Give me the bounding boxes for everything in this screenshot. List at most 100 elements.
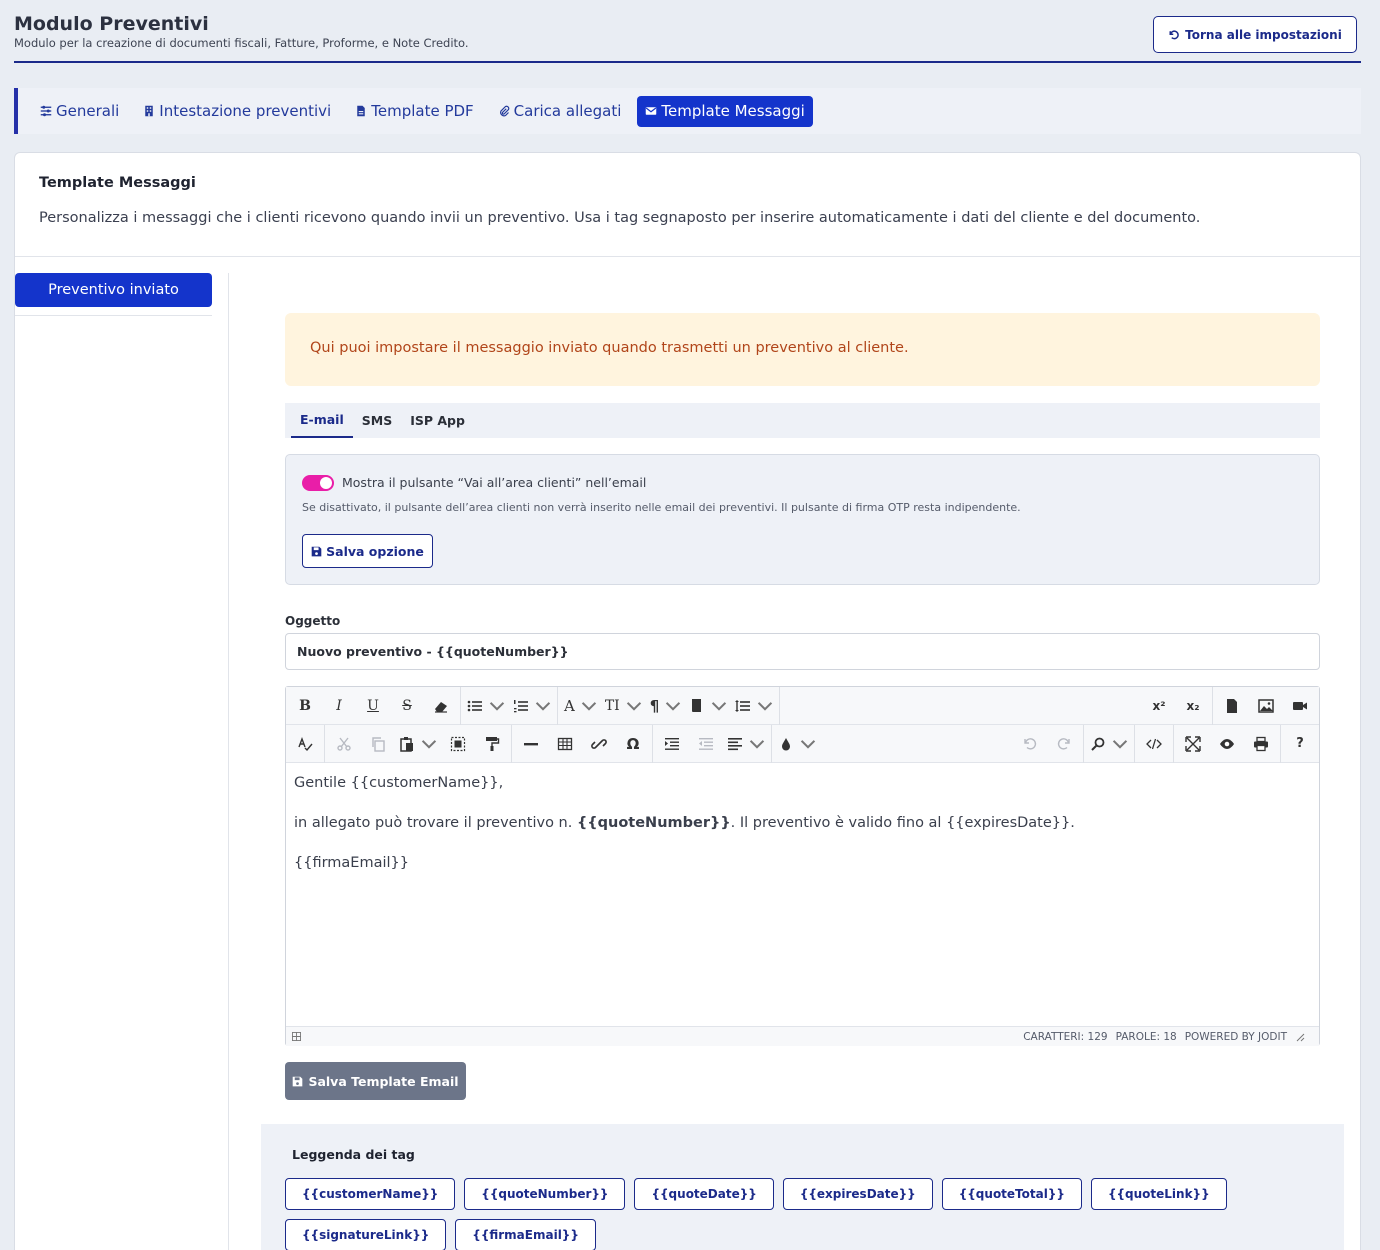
save-email-template-label: Salva Template Email — [308, 1073, 459, 1089]
toolbar-group-script: x² x₂ — [1139, 686, 1213, 725]
tag-customer-name[interactable]: {{customerName}} — [285, 1178, 456, 1210]
rich-text-editor: B I U S A TI ¶ x² x₂ Ω ? Gentile {{custo… — [285, 686, 1320, 1046]
special-characters-button[interactable]: Ω — [616, 729, 650, 759]
file-button[interactable] — [1215, 691, 1249, 721]
select-all-icon — [450, 736, 466, 751]
subject-label: Oggetto — [285, 614, 341, 628]
print-button[interactable] — [1244, 729, 1278, 759]
tag-firma-email[interactable]: {{firmaEmail}} — [455, 1219, 596, 1250]
indent-icon — [665, 737, 679, 750]
numbered-list-button[interactable] — [509, 691, 555, 721]
save-email-template-button[interactable]: Salva Template Email — [285, 1062, 466, 1100]
editor-toolbar-row-1: B I U S A TI ¶ x² x₂ — [286, 686, 1319, 725]
subscript-button[interactable]: x₂ — [1176, 691, 1210, 721]
chevron-down-icon — [626, 701, 641, 711]
help-button[interactable]: ? — [1283, 729, 1317, 759]
outdent-button[interactable] — [689, 729, 723, 759]
color-button[interactable] — [774, 729, 820, 759]
copy-format-button[interactable] — [475, 729, 509, 759]
sliders-icon — [40, 105, 52, 117]
superscript-button[interactable]: x² — [1142, 691, 1176, 721]
envelope-icon — [646, 107, 657, 115]
tab-carica-allegati[interactable]: Carica allegati — [490, 96, 630, 127]
horizontal-rule-button[interactable] — [514, 729, 548, 759]
tag-quote-date[interactable]: {{quoteDate}} — [634, 1178, 774, 1210]
video-button[interactable] — [1283, 691, 1317, 721]
tag-expires-date[interactable]: {{expiresDate}} — [782, 1178, 933, 1210]
chevron-down-icon — [666, 701, 681, 711]
toggle-label: Mostra il pulsante “Vai all’area clienti… — [342, 475, 647, 490]
vertical-separator — [228, 273, 229, 1250]
tab-intestazione-preventivi[interactable]: Intestazione preventivi — [135, 96, 339, 127]
paste-button[interactable] — [395, 729, 441, 759]
spellcheck-icon — [298, 736, 313, 751]
spellcheck-button[interactable] — [288, 729, 322, 759]
chevron-down-icon — [758, 701, 773, 711]
classes-button[interactable] — [685, 691, 731, 721]
link-button[interactable] — [582, 729, 616, 759]
eraser-button[interactable] — [424, 691, 458, 721]
image-button[interactable] — [1249, 691, 1283, 721]
toolbar-group-lists — [461, 686, 558, 725]
clipboard-icon — [400, 736, 413, 752]
italic-button[interactable]: I — [322, 691, 356, 721]
code-icon — [1146, 738, 1162, 749]
cut-button[interactable] — [327, 729, 361, 759]
align-button[interactable] — [723, 729, 769, 759]
client-area-toggle[interactable] — [302, 475, 334, 491]
source-code-button[interactable] — [1137, 729, 1171, 759]
indent-button[interactable] — [655, 729, 689, 759]
search-button[interactable] — [1086, 729, 1132, 759]
toolbar-group-text: A TI ¶ — [558, 686, 781, 725]
font-size-button[interactable]: TI — [601, 691, 646, 721]
bold-button[interactable]: B — [288, 691, 322, 721]
redo-button[interactable] — [1047, 729, 1081, 759]
eye-icon — [1220, 738, 1234, 749]
tab-label: Carica allegati — [513, 102, 622, 120]
font-button[interactable]: A — [560, 691, 601, 721]
tag-quote-number[interactable]: {{quoteNumber}} — [464, 1178, 626, 1210]
subject-input[interactable] — [285, 633, 1320, 670]
tag-signature-link[interactable]: {{signatureLink}} — [285, 1219, 447, 1250]
sidebar-item-preventivo-inviato[interactable]: Preventivo inviato — [15, 273, 212, 307]
tab-label: Intestazione preventivi — [159, 102, 332, 120]
tag-list: {{customerName}} {{quoteNumber}} {{quote… — [285, 1178, 1325, 1250]
printer-icon — [1254, 736, 1268, 751]
tab-generali[interactable]: Generali — [32, 96, 127, 127]
copy-icon — [372, 736, 385, 752]
line-height-button[interactable] — [731, 691, 777, 721]
line-height-icon — [735, 699, 751, 712]
settings-tabbar: Generali Intestazione preventivi Templat… — [14, 88, 1361, 134]
toolbar-group-color — [772, 725, 822, 763]
strikethrough-button[interactable]: S — [390, 691, 424, 721]
back-to-settings-button[interactable]: Torna alle impostazioni — [1153, 16, 1357, 53]
preview-button[interactable] — [1210, 729, 1244, 759]
resize-handle-icon[interactable] — [1295, 1032, 1305, 1042]
save-option-button[interactable]: Salva opzione — [302, 534, 433, 568]
building-icon — [145, 105, 154, 117]
copy-button[interactable] — [361, 729, 395, 759]
tag-quote-total[interactable]: {{quoteTotal}} — [941, 1178, 1082, 1210]
toolbar-group-view — [1174, 725, 1280, 763]
select-all-button[interactable] — [441, 729, 475, 759]
tab-template-messaggi[interactable]: Template Messaggi — [637, 95, 813, 127]
paragraph-button[interactable]: ¶ — [646, 691, 686, 721]
tab-email[interactable]: E-mail — [291, 403, 353, 438]
toggle-help-text: Se disattivato, il pulsante dell’area cl… — [302, 501, 1021, 514]
bullet-list-button[interactable] — [463, 691, 509, 721]
underline-button[interactable]: U — [356, 691, 390, 721]
chevron-down-icon — [712, 701, 727, 711]
tab-label: Template Messaggi — [661, 102, 805, 120]
tag-quote-link[interactable]: {{quoteLink}} — [1090, 1178, 1227, 1210]
tab-template-pdf[interactable]: Template PDF — [347, 96, 481, 127]
tab-sms[interactable]: SMS — [353, 403, 401, 438]
scissors-icon — [337, 737, 351, 751]
editor-content[interactable]: Gentile {{customerName}}, in allegato pu… — [294, 773, 1304, 893]
header-divider — [14, 61, 1361, 63]
undo-button[interactable] — [1013, 729, 1047, 759]
table-button[interactable] — [548, 729, 582, 759]
tab-isp-app[interactable]: ISP App — [401, 403, 474, 438]
search-icon — [1091, 737, 1105, 751]
fullscreen-button[interactable] — [1176, 729, 1210, 759]
card-divider — [15, 256, 1360, 257]
